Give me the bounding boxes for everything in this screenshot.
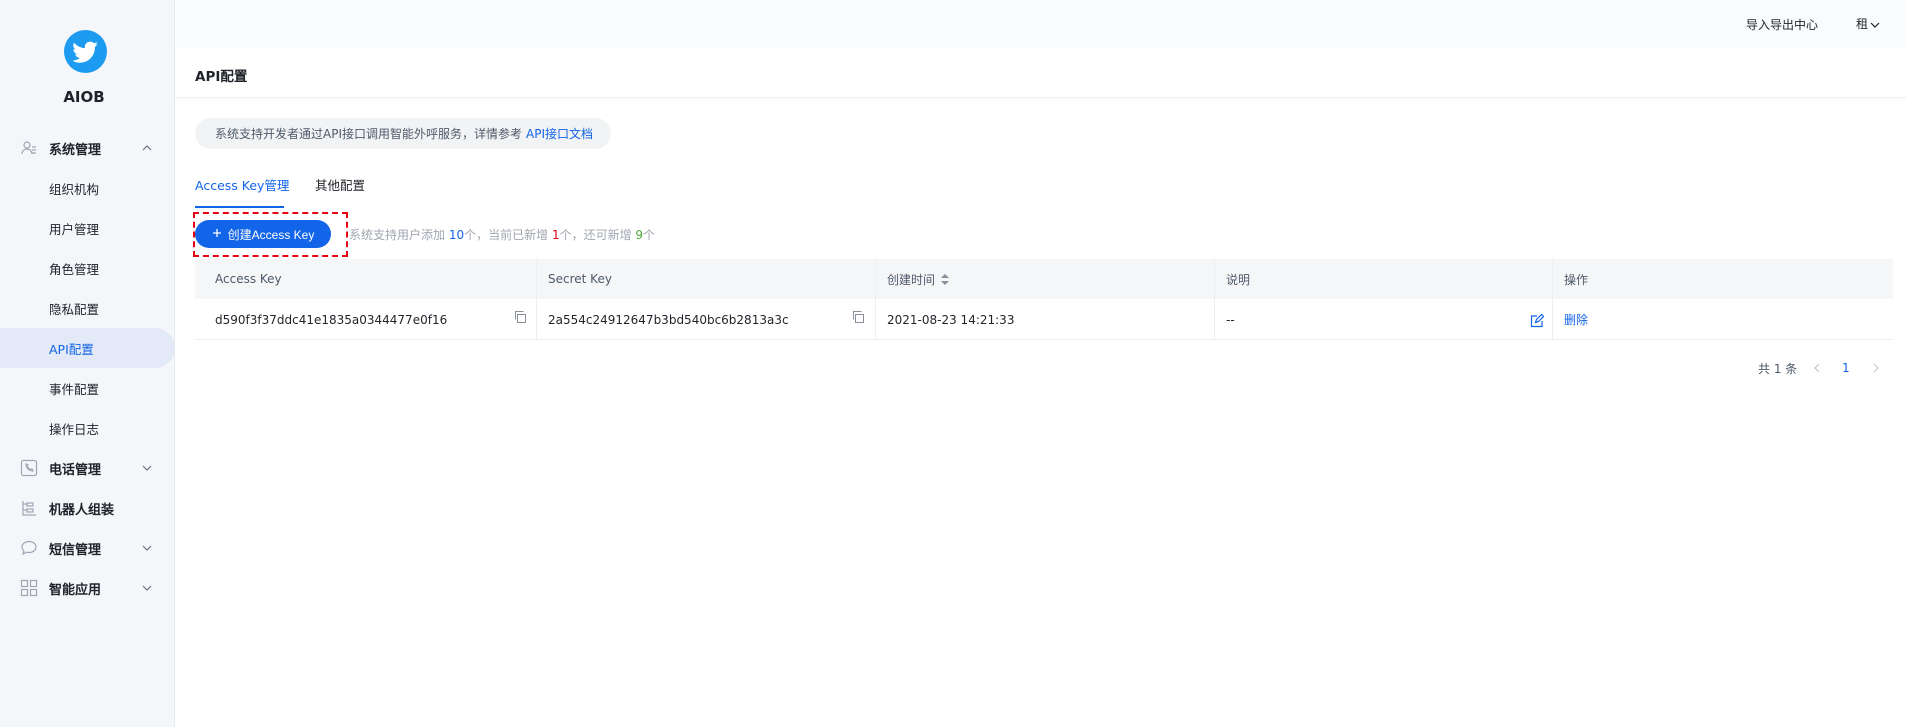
nav-group-label: 系统管理 (49, 142, 102, 158)
sidebar-item-label: 操作日志 (49, 421, 100, 437)
cell-created-time: 2021-08-23 14:21:33 (887, 312, 1015, 327)
quota-remaining: 9 (635, 228, 644, 242)
sidebar: AIOB 系统管理 组织机构 用户管理 角色管理 隐私配置 API配置 事件配置… (0, 0, 175, 727)
sidebar-item-label: API配置 (49, 341, 94, 357)
nav-group-phone[interactable]: 电话管理 (0, 448, 175, 488)
page-title: API配置 (195, 69, 248, 85)
header-created-time[interactable]: 创建时间 (887, 259, 950, 299)
nav-group-robot[interactable]: 机器人组装 (0, 488, 175, 528)
quota-text: 系统支持用户添加 10个，当前已新增 1个，还可新增 9个 (349, 226, 655, 243)
chevron-down-icon (1870, 17, 1880, 31)
top-header (176, 0, 1906, 48)
copy-icon[interactable] (513, 309, 527, 323)
chevron-right-icon[interactable] (1870, 362, 1882, 374)
quota-part: 个 (643, 228, 656, 242)
phone-icon (19, 458, 39, 478)
user-settings-icon (19, 138, 39, 158)
sidebar-item-label: 隐私配置 (49, 301, 100, 317)
nav-group-system[interactable]: 系统管理 (0, 128, 175, 168)
notice-text: 系统支持开发者通过API接口调用智能外呼服务，详情参考 (215, 127, 522, 141)
chevron-down-icon (141, 542, 153, 554)
quota-part: 系统支持用户添加 (349, 228, 449, 242)
chevron-up-icon (141, 142, 153, 154)
nav-group-smart-apps[interactable]: 智能应用 (0, 568, 175, 608)
api-notice: 系统支持开发者通过API接口调用智能外呼服务，详情参考 API接口文档 (195, 118, 611, 149)
sidebar-item-api[interactable]: API配置 (0, 328, 175, 368)
chevron-down-icon (141, 582, 153, 594)
create-button-label: 创建Access Key (227, 227, 315, 242)
tab-access-key[interactable]: Access Key管理 (195, 175, 289, 194)
import-export-link[interactable]: 导入导出中心 (1746, 16, 1818, 33)
cell-description: -- (1226, 312, 1235, 327)
chevron-down-icon (141, 462, 153, 474)
sidebar-item-org[interactable]: 组织机构 (0, 168, 175, 208)
table-row: d590f3f37ddc41e1835a0344477e0f16 2a554c2… (195, 299, 1893, 340)
sidebar-item-label: 用户管理 (49, 221, 100, 237)
sidebar-item-label: 角色管理 (49, 261, 100, 277)
quota-part: 个，还可新增 (559, 228, 636, 242)
apps-grid-icon (19, 578, 39, 598)
sidebar-item-events[interactable]: 事件配置 (0, 368, 175, 408)
nav-group-label: 短信管理 (49, 542, 102, 558)
pagination-total: 共 1 条 (1758, 361, 1798, 376)
create-access-key-button[interactable]: 创建Access Key (195, 220, 331, 248)
sidebar-item-users[interactable]: 用户管理 (0, 208, 175, 248)
plus-icon (212, 227, 222, 241)
nav-group-sms[interactable]: 短信管理 (0, 528, 175, 568)
user-name: 租 (1856, 17, 1869, 31)
header-created-label: 创建时间 (887, 272, 936, 287)
header-description: 说明 (1226, 272, 1251, 287)
chevron-left-icon[interactable] (1811, 362, 1823, 374)
sidebar-item-label: 组织机构 (49, 181, 100, 197)
sidebar-item-privacy[interactable]: 隐私配置 (0, 288, 175, 328)
message-bubble-icon (19, 538, 39, 558)
sidebar-item-logs[interactable]: 操作日志 (0, 408, 175, 448)
cell-secret-key: 2a554c24912647b3bd540bc6b2813a3c (548, 312, 789, 327)
quota-max: 10 (448, 228, 465, 242)
quota-part: 个，当前已新增 (464, 228, 552, 242)
bird-logo-icon (64, 30, 107, 73)
copy-icon[interactable] (851, 309, 865, 323)
nav-group-label: 智能应用 (49, 582, 102, 598)
edit-icon[interactable] (1530, 313, 1545, 328)
user-menu[interactable]: 租 (1856, 15, 1880, 32)
nav-group-label: 电话管理 (49, 462, 102, 478)
header-secret-key: Secret Key (548, 272, 612, 286)
pagination-current-page[interactable]: 1 (1842, 361, 1850, 375)
header-operations: 操作 (1564, 272, 1589, 287)
tab-other-config[interactable]: 其他配置 (315, 175, 365, 194)
sidebar-item-roles[interactable]: 角色管理 (0, 248, 175, 288)
sidebar-item-label: 事件配置 (49, 381, 100, 397)
delete-link[interactable]: 删除 (1564, 311, 1588, 328)
quota-added: 1 (551, 228, 560, 242)
cell-access-key: d590f3f37ddc41e1835a0344477e0f16 (215, 312, 448, 327)
robot-assembly-icon (19, 498, 39, 518)
sort-icon[interactable] (941, 273, 950, 285)
brand-name: AIOB (63, 88, 105, 106)
nav-group-label: 机器人组装 (49, 502, 115, 518)
active-tab-indicator (195, 206, 284, 208)
page-title-bar: API配置 (176, 48, 1906, 98)
table-header: Access Key Secret Key 创建时间 说明 操作 (195, 259, 1893, 299)
header-access-key: Access Key (215, 272, 282, 286)
api-docs-link[interactable]: API接口文档 (526, 125, 593, 142)
